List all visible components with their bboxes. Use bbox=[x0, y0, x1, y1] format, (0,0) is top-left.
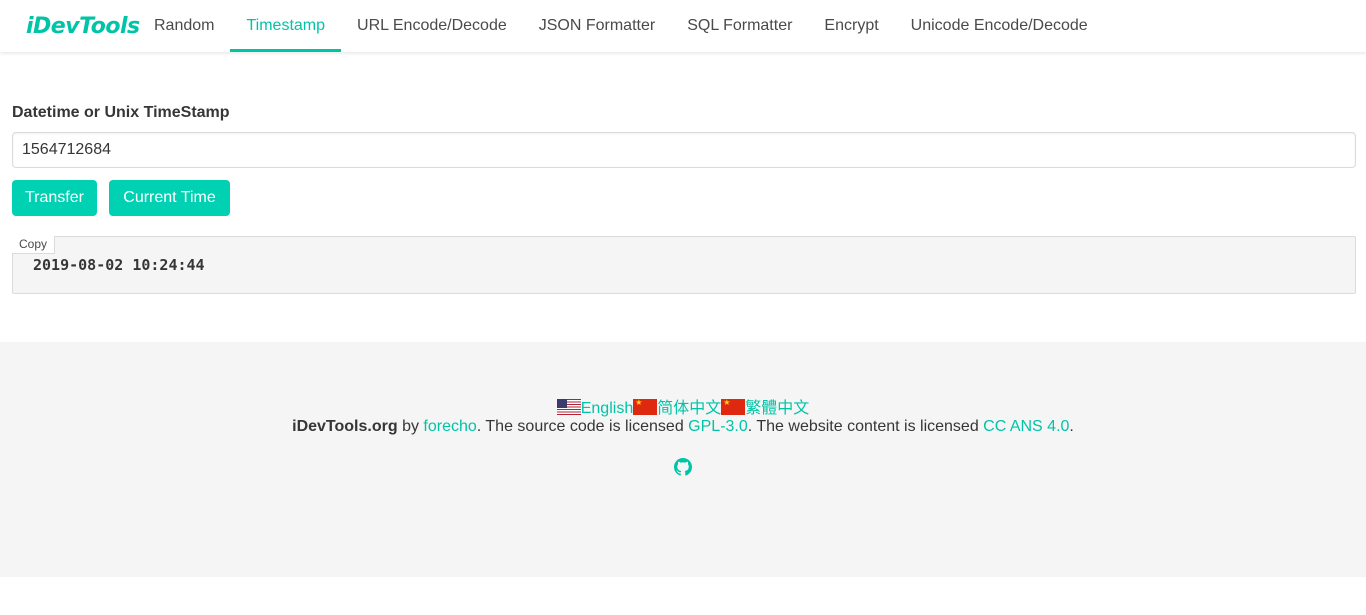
author-link[interactable]: forecho bbox=[423, 418, 476, 435]
gpl-license-link[interactable]: GPL-3.0 bbox=[688, 418, 748, 435]
credit-source-text: . The source code is licensed bbox=[476, 418, 689, 435]
nav-item-unicode[interactable]: Unicode Encode/Decode bbox=[895, 0, 1104, 52]
lang-traditional-chinese-link[interactable]: 繁體中文 bbox=[721, 399, 810, 417]
credit-end: . bbox=[1069, 418, 1074, 435]
credit-content-text: . The website content is licensed bbox=[747, 418, 984, 435]
cc-license-link[interactable]: CC ANS 4.0 bbox=[983, 418, 1069, 435]
current-time-button[interactable]: Current Time bbox=[109, 180, 230, 216]
result-datetime: 2019-08-02 10:24:44 bbox=[33, 256, 205, 274]
lang-simplified-chinese-link[interactable]: 简体中文 bbox=[633, 399, 722, 417]
nav-item-url-encode[interactable]: URL Encode/Decode bbox=[341, 0, 523, 52]
lang-english-link[interactable]: English bbox=[556, 399, 634, 417]
timestamp-input[interactable] bbox=[12, 132, 1356, 168]
transfer-button[interactable]: Transfer bbox=[12, 180, 97, 216]
github-icon[interactable] bbox=[674, 458, 692, 476]
cn-flag-icon bbox=[633, 399, 658, 415]
lang-english-label: English bbox=[580, 400, 634, 417]
timestamp-field-label: Datetime or Unix TimeStamp bbox=[12, 104, 230, 121]
nav-item-json-formatter[interactable]: JSON Formatter bbox=[523, 0, 671, 52]
cn-flag-icon bbox=[721, 399, 746, 415]
brand-logo[interactable]: iDevTools bbox=[0, 0, 140, 52]
nav-menu: Random Timestamp URL Encode/Decode JSON … bbox=[138, 0, 1104, 52]
footer: English 简体中文 繁體中文 iDevTools.org by forecho… bbox=[0, 342, 1366, 577]
lang-simplified-label: 简体中文 bbox=[657, 400, 722, 417]
lang-traditional-label: 繁體中文 bbox=[745, 400, 810, 417]
nav-item-timestamp[interactable]: Timestamp bbox=[230, 0, 341, 52]
result-box: Copy 2019-08-02 10:24:44 bbox=[12, 236, 1356, 294]
credit-line: iDevTools.org by forecho. The source cod… bbox=[0, 418, 1366, 436]
nav-item-sql-formatter[interactable]: SQL Formatter bbox=[671, 0, 808, 52]
top-navbar: iDevTools Random Timestamp URL Encode/De… bbox=[0, 0, 1366, 52]
us-flag-icon bbox=[556, 399, 581, 415]
language-switcher: English 简体中文 繁體中文 bbox=[0, 394, 1366, 418]
copy-button[interactable]: Copy bbox=[12, 236, 56, 254]
site-name: iDevTools.org bbox=[292, 418, 398, 435]
nav-item-encrypt[interactable]: Encrypt bbox=[808, 0, 894, 52]
nav-item-random[interactable]: Random bbox=[138, 0, 230, 52]
credit-by: by bbox=[397, 418, 424, 435]
